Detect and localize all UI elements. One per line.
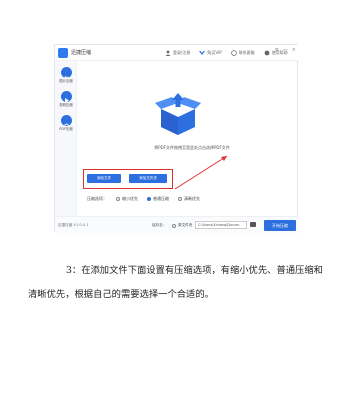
option-label: 缩小优先 xyxy=(122,196,138,201)
folder-icon[interactable] xyxy=(250,222,256,227)
version-text: 迅捷压缩 V1.0.0.1 xyxy=(58,223,89,227)
app-window: 迅捷压缩 登录/注册 购买VIP 联系客服 使用帮助 ≡ — × 图片压缩 视频… xyxy=(54,44,299,233)
service-icon xyxy=(230,50,237,56)
vip-icon xyxy=(199,51,206,55)
option-clear-first[interactable]: 清晰优先 xyxy=(178,196,200,202)
option-small-first[interactable]: 缩小优先 xyxy=(116,196,138,202)
output-label: 保存至： xyxy=(152,223,167,227)
sidebar-item-pdf[interactable]: PDF压缩 xyxy=(57,115,75,132)
video-icon xyxy=(60,91,72,103)
sidebar: 图片压缩 视频压缩 PDF压缩 xyxy=(55,61,77,216)
output-path-field[interactable]: C:\Users\Xhuang\Docum xyxy=(195,221,247,229)
option-label: 普通压缩 xyxy=(153,196,169,201)
vip-link[interactable]: 购买VIP xyxy=(199,49,222,57)
option-label: 清晰优先 xyxy=(184,196,200,201)
app-title: 迅捷压缩 xyxy=(71,50,92,56)
output-original-folder[interactable]: 原文件夹 xyxy=(172,223,192,228)
menu-button[interactable]: ≡ xyxy=(275,47,279,53)
status-bar: 迅捷压缩 V1.0.0.1 保存至： 原文件夹 C:\Users\Xhuang\… xyxy=(55,216,299,233)
help-icon xyxy=(264,50,270,56)
title-bar: 迅捷压缩 登录/注册 购买VIP 联系客服 使用帮助 ≡ — × xyxy=(55,45,299,61)
radio-selected-icon xyxy=(147,197,151,201)
window-controls: ≡ — × xyxy=(275,47,296,53)
close-button[interactable]: × xyxy=(292,47,296,53)
login-label: 登录/注册 xyxy=(173,50,191,55)
image-icon xyxy=(60,67,72,79)
annotation-arrow xyxy=(174,155,228,190)
document-line-1: 3：在添加文件下面设置有压缩选项，有缩小优先、普通压缩和 xyxy=(66,265,323,276)
minimize-button[interactable]: — xyxy=(283,47,288,53)
start-compress-button[interactable]: 开始压缩 xyxy=(264,220,296,231)
pdf-icon xyxy=(60,115,72,128)
option-normal[interactable]: 普通压缩 xyxy=(147,196,169,202)
radio-icon xyxy=(172,223,176,228)
compress-options: 压缩选项： 缩小优先 普通压缩 清晰优先 xyxy=(87,196,200,202)
radio-icon xyxy=(116,197,120,201)
service-link[interactable]: 联系客服 xyxy=(230,49,255,57)
service-label: 联系客服 xyxy=(238,50,255,55)
main-area: 将PDF文件拖拽至是此处点击选择PDF文件 添加文件 添加文件夹 压缩选项： 缩… xyxy=(77,61,299,216)
sidebar-item-image[interactable]: 图片压缩 xyxy=(57,67,75,84)
compress-label: 压缩选项： xyxy=(87,196,107,201)
app-logo-icon xyxy=(58,48,68,58)
document-line-2: 清晰优先，根据自己的需要选择一个合适的。 xyxy=(28,289,214,300)
output-option-label: 原文件夹 xyxy=(178,223,193,227)
user-icon xyxy=(165,50,171,56)
sidebar-item-video[interactable]: 视频压缩 xyxy=(57,91,75,108)
vip-label: 购买VIP xyxy=(207,50,222,55)
login-link[interactable]: 登录/注册 xyxy=(165,49,190,57)
radio-icon xyxy=(178,197,182,201)
top-links: 登录/注册 购买VIP 联系客服 使用帮助 xyxy=(165,49,288,57)
